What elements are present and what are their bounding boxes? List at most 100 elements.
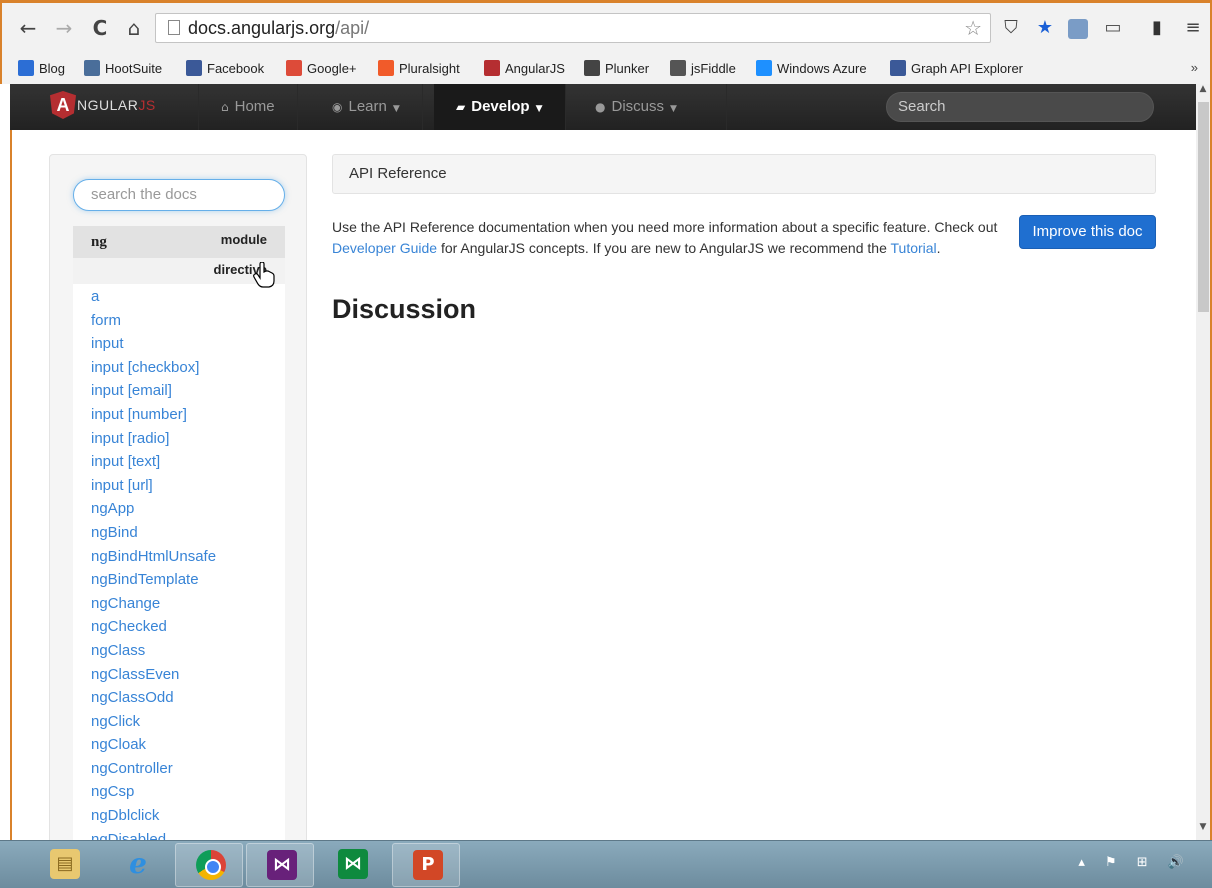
hand-cursor-icon	[253, 262, 275, 288]
eye-icon: ◉	[332, 100, 343, 114]
module-header[interactable]: ng module	[73, 226, 285, 258]
nav-learn-label: Learn	[348, 98, 387, 115]
directive-link[interactable]: input [checkbox]	[91, 356, 216, 380]
taskbar-powerpoint[interactable]: P	[392, 843, 460, 887]
visual-studio-express-icon: ⋈	[338, 849, 368, 879]
menu-icon[interactable]: ≡	[1182, 17, 1204, 39]
forward-arrow-icon[interactable]: →	[52, 16, 76, 40]
taskbar-file-explorer[interactable]: ▤	[30, 843, 98, 887]
taskbar-visual-studio-express[interactable]: ⋈	[318, 843, 386, 887]
directive-link[interactable]: ngClassOdd	[91, 686, 216, 710]
bookmark-blog[interactable]: Blog	[18, 60, 65, 78]
system-tray[interactable]: ▴ ⚑ ⊞ 🔊	[1078, 855, 1192, 870]
directive-link[interactable]: input [text]	[91, 450, 216, 474]
directive-link[interactable]: input	[91, 332, 216, 356]
angularjs-icon	[484, 60, 500, 76]
reload-icon[interactable]: C	[88, 16, 112, 40]
browser-toolbar: ← → C ⌂ docs.angularjs.org/api/ ☆ ⛉ ★ ▭ …	[2, 3, 1210, 54]
nav-develop-label: Develop	[471, 98, 530, 115]
screen-capture-icon[interactable]: ▭	[1102, 17, 1124, 39]
directive-link[interactable]: ngDblclick	[91, 804, 216, 828]
taskbar-chrome[interactable]	[175, 843, 243, 887]
directive-link[interactable]: input [url]	[91, 474, 216, 498]
windows-icon	[756, 60, 772, 76]
plugin-icon[interactable]: ▮	[1146, 17, 1168, 39]
caret-down-icon: ▼	[392, 104, 400, 114]
directive-link[interactable]: a	[91, 285, 216, 309]
powerpoint-icon: P	[413, 850, 443, 880]
bookmark-manager-icon[interactable]: ★	[1034, 17, 1056, 39]
brand-text: NGULAR	[77, 97, 139, 113]
directive-list: a form input input [checkbox] input [email] i…	[91, 285, 216, 841]
url-text[interactable]: docs.angularjs.org/api/	[188, 18, 369, 39]
scroll-down-icon[interactable]: ▼	[1196, 822, 1210, 838]
directive-link[interactable]: ngChange	[91, 592, 216, 616]
directive-link[interactable]: ngDisabled	[91, 828, 216, 841]
windows-taskbar: ▤ e ⋈ ⋈ P ▴ ⚑ ⊞ 🔊	[0, 840, 1212, 888]
pocket-icon[interactable]: ⛉	[1000, 17, 1022, 39]
home-icon[interactable]: ⌂	[122, 16, 146, 40]
tutorial-link[interactable]: Tutorial	[891, 240, 937, 256]
directive-link[interactable]: ngClick	[91, 710, 216, 734]
more-bookmarks-icon[interactable]: »	[1191, 60, 1198, 75]
directive-link[interactable]: ngClass	[91, 639, 216, 663]
directive-link[interactable]: form	[91, 309, 216, 333]
nav-discuss-label: Discuss	[611, 98, 664, 115]
bookmark-angularjs[interactable]: AngularJS	[484, 60, 565, 78]
scroll-up-icon[interactable]: ▲	[1196, 84, 1210, 100]
directive-link[interactable]: input [radio]	[91, 427, 216, 451]
directive-link[interactable]: ngApp	[91, 497, 216, 521]
docs-sidebar: search the docs ng module directive a for…	[49, 154, 307, 844]
vertical-scrollbar[interactable]: ▲ ▼	[1196, 84, 1212, 840]
hootsuite-icon	[84, 60, 100, 76]
url-host: docs.angularjs.org	[188, 18, 336, 38]
bookmark-star-icon[interactable]: ☆	[964, 16, 982, 40]
discussion-heading: Discussion	[332, 294, 477, 324]
nav-home[interactable]: ⌂ Home	[198, 84, 298, 130]
bookmark-pluralsight[interactable]: Pluralsight	[378, 60, 460, 78]
bookmark-facebook[interactable]: Facebook	[186, 60, 264, 78]
nav-develop[interactable]: ▰ Develop ▼	[434, 84, 566, 130]
angularjs-logo[interactable]: A NGULARJS	[50, 90, 156, 120]
directive-link[interactable]: ngBindHtmlUnsafe	[91, 545, 216, 569]
taskbar-internet-explorer[interactable]: e	[103, 843, 171, 887]
site-search-input[interactable]: Search	[886, 92, 1154, 122]
directive-link[interactable]: ngBind	[91, 521, 216, 545]
book-icon: ▰	[456, 100, 466, 114]
bookmark-hootsuite[interactable]: HootSuite	[84, 60, 162, 78]
nav-discuss[interactable]: ● Discuss ▼	[573, 84, 727, 130]
scrollbar-thumb[interactable]	[1198, 102, 1209, 312]
docs-search-input[interactable]: search the docs	[73, 179, 285, 211]
home-icon: ⌂	[221, 100, 229, 114]
extension-avatar-icon[interactable]	[1068, 19, 1088, 39]
taskbar-visual-studio[interactable]: ⋈	[246, 843, 314, 887]
url-path: /api/	[335, 18, 370, 38]
back-arrow-icon[interactable]: ←	[16, 16, 40, 40]
directive-link[interactable]: ngController	[91, 757, 216, 781]
directive-link[interactable]: ngBindTemplate	[91, 568, 216, 592]
directive-link[interactable]: input [email]	[91, 379, 216, 403]
directive-link[interactable]: ngCsp	[91, 780, 216, 804]
facebook-icon	[186, 60, 202, 76]
address-bar[interactable]: docs.angularjs.org/api/ ☆	[155, 13, 991, 43]
directive-link[interactable]: ngChecked	[91, 615, 216, 639]
improve-doc-button[interactable]: Improve this doc	[1019, 215, 1156, 249]
bookmark-plunker[interactable]: Plunker	[584, 60, 649, 78]
directive-link[interactable]: ngClassEven	[91, 663, 216, 687]
caret-down-icon: ▼	[670, 104, 677, 114]
developer-guide-link[interactable]: Developer Guide	[332, 240, 437, 256]
nav-learn[interactable]: ◉ Learn ▼	[310, 84, 423, 130]
pluralsight-icon	[378, 60, 394, 76]
page-icon	[168, 20, 180, 35]
bookmark-graph-api-explorer[interactable]: Graph API Explorer	[890, 60, 1023, 78]
chrome-icon	[196, 850, 226, 880]
breadcrumb: API Reference	[332, 154, 1156, 194]
bookmark-jsfiddle[interactable]: jsFiddle	[670, 60, 736, 78]
directive-link[interactable]: input [number]	[91, 403, 216, 427]
google-plus-icon	[286, 60, 302, 76]
module-name: ng	[91, 234, 107, 250]
directive-link[interactable]: ngCloak	[91, 733, 216, 757]
bookmark-windows-azure[interactable]: Windows Azure	[756, 60, 867, 78]
bookmark-google-[interactable]: Google+	[286, 60, 357, 78]
caret-down-icon: ▼	[535, 104, 543, 114]
